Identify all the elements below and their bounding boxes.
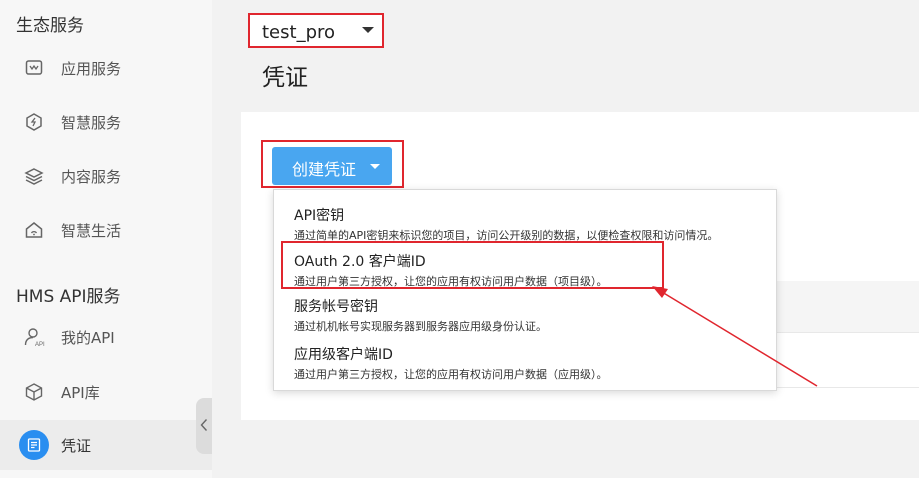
oauth-highlight-box [281,241,664,289]
sidebar-item-credentials[interactable]: 凭证 [0,420,212,470]
sidebar-item-smart-service[interactable]: 智慧服务 [0,99,212,145]
caret-down-icon [370,164,380,169]
sidebar-item-label: 智慧服务 [61,113,122,132]
table-row [776,333,919,388]
menu-item-title: 服务帐号密钥 [294,299,378,315]
sidebar-item-content-service[interactable]: 内容服务 [0,153,212,199]
content-layers-icon [22,164,46,188]
section-title-ecosystem: 生态服务 [16,16,84,36]
credential-type-dropdown: API密钥 通过简单的API密钥来标识您的项目，访问公开级别的数据，以便检查权限… [273,189,777,391]
chevron-left-icon [200,417,208,436]
create-credential-label: 创建凭证 [292,160,357,179]
sidebar-item-label: 凭证 [61,436,92,455]
smart-home-icon [22,218,46,242]
credential-icon [19,430,49,460]
table-header-row [776,281,919,333]
sidebar-item-my-api[interactable]: API 我的API [0,314,212,360]
sidebar: 生态服务 应用服务 智慧服务 内容服务 智慧生活 HMS API服务 API 我… [0,0,212,478]
menu-item-service-account-key[interactable]: 服务帐号密钥 通过机机帐号实现服务器到服务器应用级身份认证。 [274,296,776,342]
sidebar-item-smart-life[interactable]: 智慧生活 [0,207,212,253]
sidebar-item-label: 智慧生活 [61,221,122,240]
sidebar-collapse-toggle[interactable] [196,398,212,454]
project-select-value: test_pro [262,22,336,43]
svg-text:API: API [35,342,45,348]
caret-down-icon [362,27,374,33]
sidebar-item-label: 我的API [61,328,115,347]
menu-item-app-client-id[interactable]: 应用级客户端ID 通过用户第三方授权，让您的应用有权访问用户数据（应用级）。 [274,344,776,390]
project-select[interactable]: test_pro [248,13,384,48]
menu-item-title: 应用级客户端ID [294,347,393,363]
sidebar-item-label: 应用服务 [61,59,122,78]
app-service-icon [22,56,46,80]
sidebar-item-app-service[interactable]: 应用服务 [0,45,212,91]
menu-item-title: API密钥 [294,208,345,224]
create-credential-button[interactable]: 创建凭证 [272,147,392,185]
cube-icon [22,380,46,404]
page-title: 凭证 [262,65,308,91]
section-title-hms-api: HMS API服务 [16,287,121,307]
sidebar-item-label: API库 [61,383,100,402]
sidebar-item-label: 内容服务 [61,167,122,186]
menu-item-desc: 通过用户第三方授权，让您的应用有权访问用户数据（应用级）。 [294,368,608,381]
user-api-icon: API [22,325,46,349]
menu-item-desc: 通过机机帐号实现服务器到服务器应用级身份认证。 [294,320,547,333]
smart-service-icon [22,110,46,134]
sidebar-item-api-library[interactable]: API库 [0,369,212,415]
